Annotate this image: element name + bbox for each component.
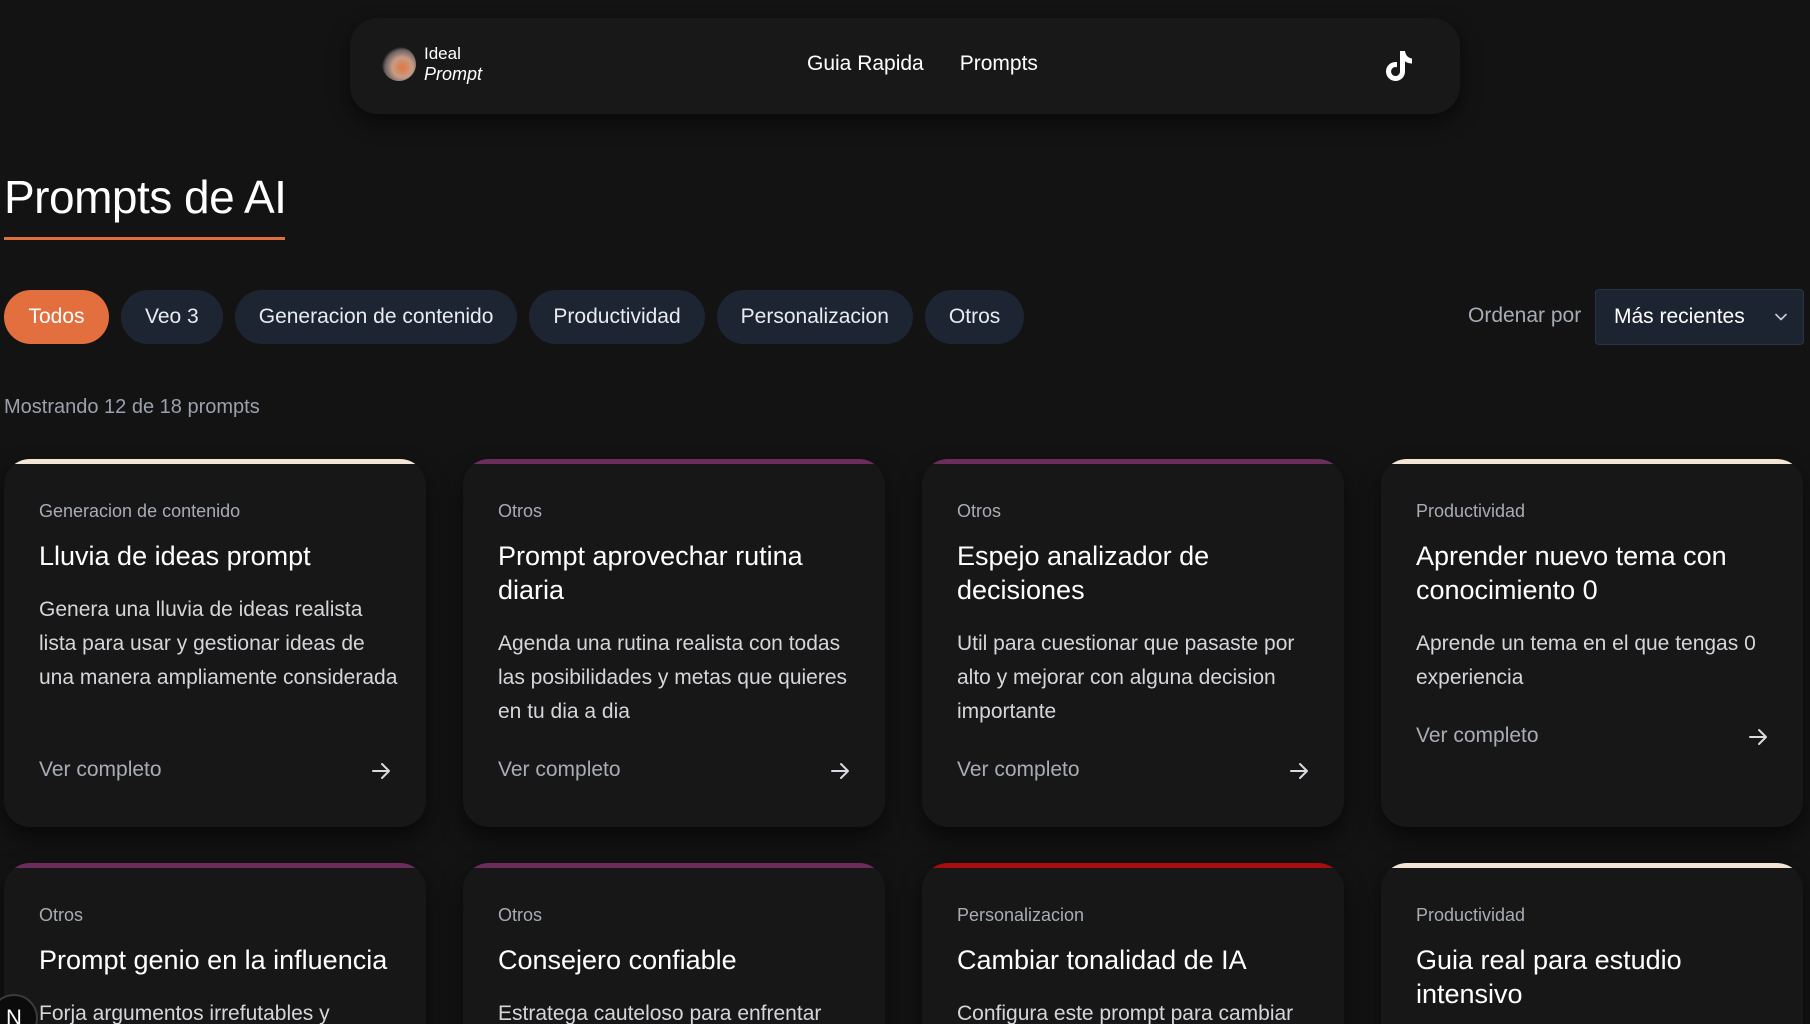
- card-category: Otros: [957, 501, 1002, 521]
- sort-select[interactable]: Más recientes: [1595, 289, 1804, 345]
- card-accent-bar: [4, 863, 426, 868]
- card-ver-completo-link[interactable]: Ver completo: [39, 758, 162, 782]
- card-category: Productividad: [1416, 905, 1526, 925]
- filter-chip-veo-3[interactable]: Veo 3: [121, 290, 223, 344]
- filter-chip-personalizacion[interactable]: Personalizacion: [716, 290, 913, 344]
- prompt-card[interactable]: Generacion de contenido Lluvia de ideas …: [4, 459, 426, 827]
- card-category: Otros: [39, 905, 84, 925]
- filter-chip-productividad[interactable]: Productividad: [529, 290, 705, 344]
- filter-chip-generacion-de-contenido[interactable]: Generacion de contenido: [234, 290, 518, 344]
- card-accent-bar: [4, 459, 426, 464]
- logo-icon: [382, 47, 416, 81]
- nav-link-prompts[interactable]: Prompts: [960, 52, 1038, 76]
- prompt-card[interactable]: Otros Prompt aprovechar rutina diaria Ag…: [463, 459, 885, 827]
- card-ver-completo-link[interactable]: Ver completo: [957, 758, 1080, 782]
- card-title: Aprender nuevo tema con conocimiento 0: [1416, 541, 1727, 605]
- prompt-card[interactable]: Otros Espejo analizador de decisiones Ut…: [922, 459, 1344, 827]
- nav-link-guia-rapida[interactable]: Guia Rapida: [807, 52, 924, 76]
- card-ver-completo-link[interactable]: Ver completo: [498, 758, 621, 782]
- filter-chip-otros[interactable]: Otros: [924, 290, 1025, 344]
- card-title: Guia real para estudio intensivo: [1416, 945, 1682, 1009]
- sort-label: Ordenar por: [1468, 304, 1582, 327]
- card-description: Aprende un tema en el que tengas 0 exper…: [1416, 632, 1756, 689]
- arrow-right-icon[interactable]: [829, 760, 851, 782]
- arrow-right-icon[interactable]: [370, 760, 392, 782]
- card-title: Cambiar tonalidad de IA: [957, 945, 1247, 975]
- logo-line1: Ideal: [424, 44, 461, 63]
- card-accent-bar: [922, 459, 1344, 464]
- card-category: Personalizacion: [957, 905, 1085, 925]
- card-title: Espejo analizador de decisiones: [957, 541, 1210, 605]
- logo[interactable]: Ideal Prompt: [382, 44, 482, 84]
- card-title: Prompt aprovechar rutina diaria: [498, 541, 803, 605]
- results-count: Mostrando 12 de 18 prompts: [4, 396, 260, 418]
- card-description: Configura este prompt para cambiar: [957, 1002, 1294, 1024]
- card-accent-bar: [463, 459, 885, 464]
- card-accent-bar: [922, 863, 1344, 868]
- card-category: Generacion de contenido: [39, 501, 241, 521]
- prompt-card[interactable]: Productividad Aprender nuevo tema con co…: [1381, 459, 1803, 827]
- card-category: Productividad: [1416, 501, 1526, 521]
- card-title: Lluvia de ideas prompt: [39, 541, 311, 571]
- card-ver-completo-link[interactable]: Ver completo: [1416, 724, 1539, 748]
- top-navbar: Ideal Prompt Guia Rapida Prompts: [350, 18, 1460, 114]
- filter-chip-todos[interactable]: Todos: [4, 290, 109, 344]
- card-description: Forja argumentos irrefutables y: [39, 1002, 330, 1024]
- card-description: Estratega cauteloso para enfrentar: [498, 1002, 822, 1024]
- card-description: Genera una lluvia de ideas realista list…: [39, 598, 398, 689]
- logo-text: Ideal Prompt: [424, 44, 482, 84]
- nav-links: Guia Rapida Prompts: [807, 52, 1038, 76]
- card-accent-bar: [1381, 863, 1803, 868]
- category-filters: Todos Veo 3 Generacion de contenido Prod…: [4, 290, 1025, 344]
- arrow-right-icon[interactable]: [1288, 760, 1310, 782]
- prompt-card[interactable]: Productividad Guia real para estudio int…: [1381, 863, 1803, 1024]
- arrow-right-icon[interactable]: [1747, 726, 1769, 748]
- card-category: Otros: [498, 501, 543, 521]
- page: Ideal Prompt Guia Rapida Prompts Prompts…: [0, 0, 1810, 1024]
- sort-selected-value: Más recientes: [1614, 305, 1745, 328]
- page-title: Prompts de AI: [4, 171, 287, 223]
- chevron-down-icon: [1775, 313, 1787, 321]
- card-accent-bar: [1381, 459, 1803, 464]
- prompt-card[interactable]: Personalizacion Cambiar tonalidad de IA …: [922, 863, 1344, 1024]
- card-description: Util para cuestionar que pasaste por alt…: [957, 632, 1295, 723]
- card-description: Agenda una rutina realista con todas las…: [498, 632, 848, 723]
- card-accent-bar: [463, 863, 885, 868]
- card-category: Otros: [498, 905, 543, 925]
- tiktok-icon[interactable]: [1382, 49, 1414, 83]
- prompt-card[interactable]: Otros Consejero confiable Estratega caut…: [463, 863, 885, 1024]
- title-underline: [4, 237, 285, 240]
- prompt-card[interactable]: Otros Prompt genio en la influencia Forj…: [4, 863, 426, 1024]
- logo-line2: Prompt: [424, 64, 483, 84]
- card-title: Prompt genio en la influencia: [39, 945, 388, 975]
- card-title: Consejero confiable: [498, 945, 737, 975]
